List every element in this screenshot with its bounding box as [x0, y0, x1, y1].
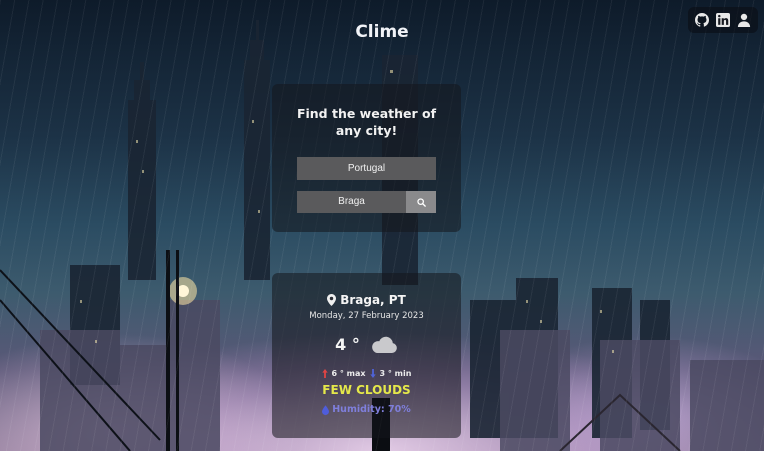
- linkedin-icon[interactable]: [715, 12, 731, 28]
- user-icon[interactable]: [736, 12, 752, 28]
- weather-date: Monday, 27 February 2023: [309, 311, 424, 321]
- min-max-row: 6 ° max 3 ° min: [272, 369, 461, 378]
- temperature-row: 4 °: [272, 335, 461, 354]
- search-button[interactable]: [406, 191, 436, 213]
- app-title: Clime: [355, 22, 409, 42]
- current-temperature: 4 °: [335, 335, 360, 354]
- weather-panel: Braga, PT Monday, 27 February 2023 4 ° 6…: [272, 273, 461, 438]
- search-heading: Find the weather of any city!: [296, 106, 437, 138]
- country-input[interactable]: Portugal: [297, 157, 436, 180]
- temp-min-icon: [369, 369, 376, 378]
- humidity-value: Humidity: 70%: [332, 404, 411, 415]
- map-pin-icon: [327, 294, 337, 306]
- search-panel: Find the weather of any city! Portugal B…: [272, 84, 461, 232]
- max-temperature: 6 ° max: [331, 369, 366, 378]
- weather-condition: FEW CLOUDS: [322, 383, 411, 397]
- city-input[interactable]: Braga: [297, 191, 406, 213]
- temp-max-icon: [321, 369, 328, 378]
- search-icon: [416, 197, 426, 207]
- social-links: [688, 7, 758, 33]
- cloud-icon: [371, 336, 397, 353]
- location-name: Braga, PT: [340, 293, 406, 307]
- location-row: Braga, PT: [272, 293, 461, 307]
- humidity-row: Humidity: 70%: [272, 404, 461, 415]
- water-drop-icon: [322, 404, 330, 415]
- github-icon[interactable]: [694, 12, 710, 28]
- min-temperature: 3 ° min: [379, 369, 412, 378]
